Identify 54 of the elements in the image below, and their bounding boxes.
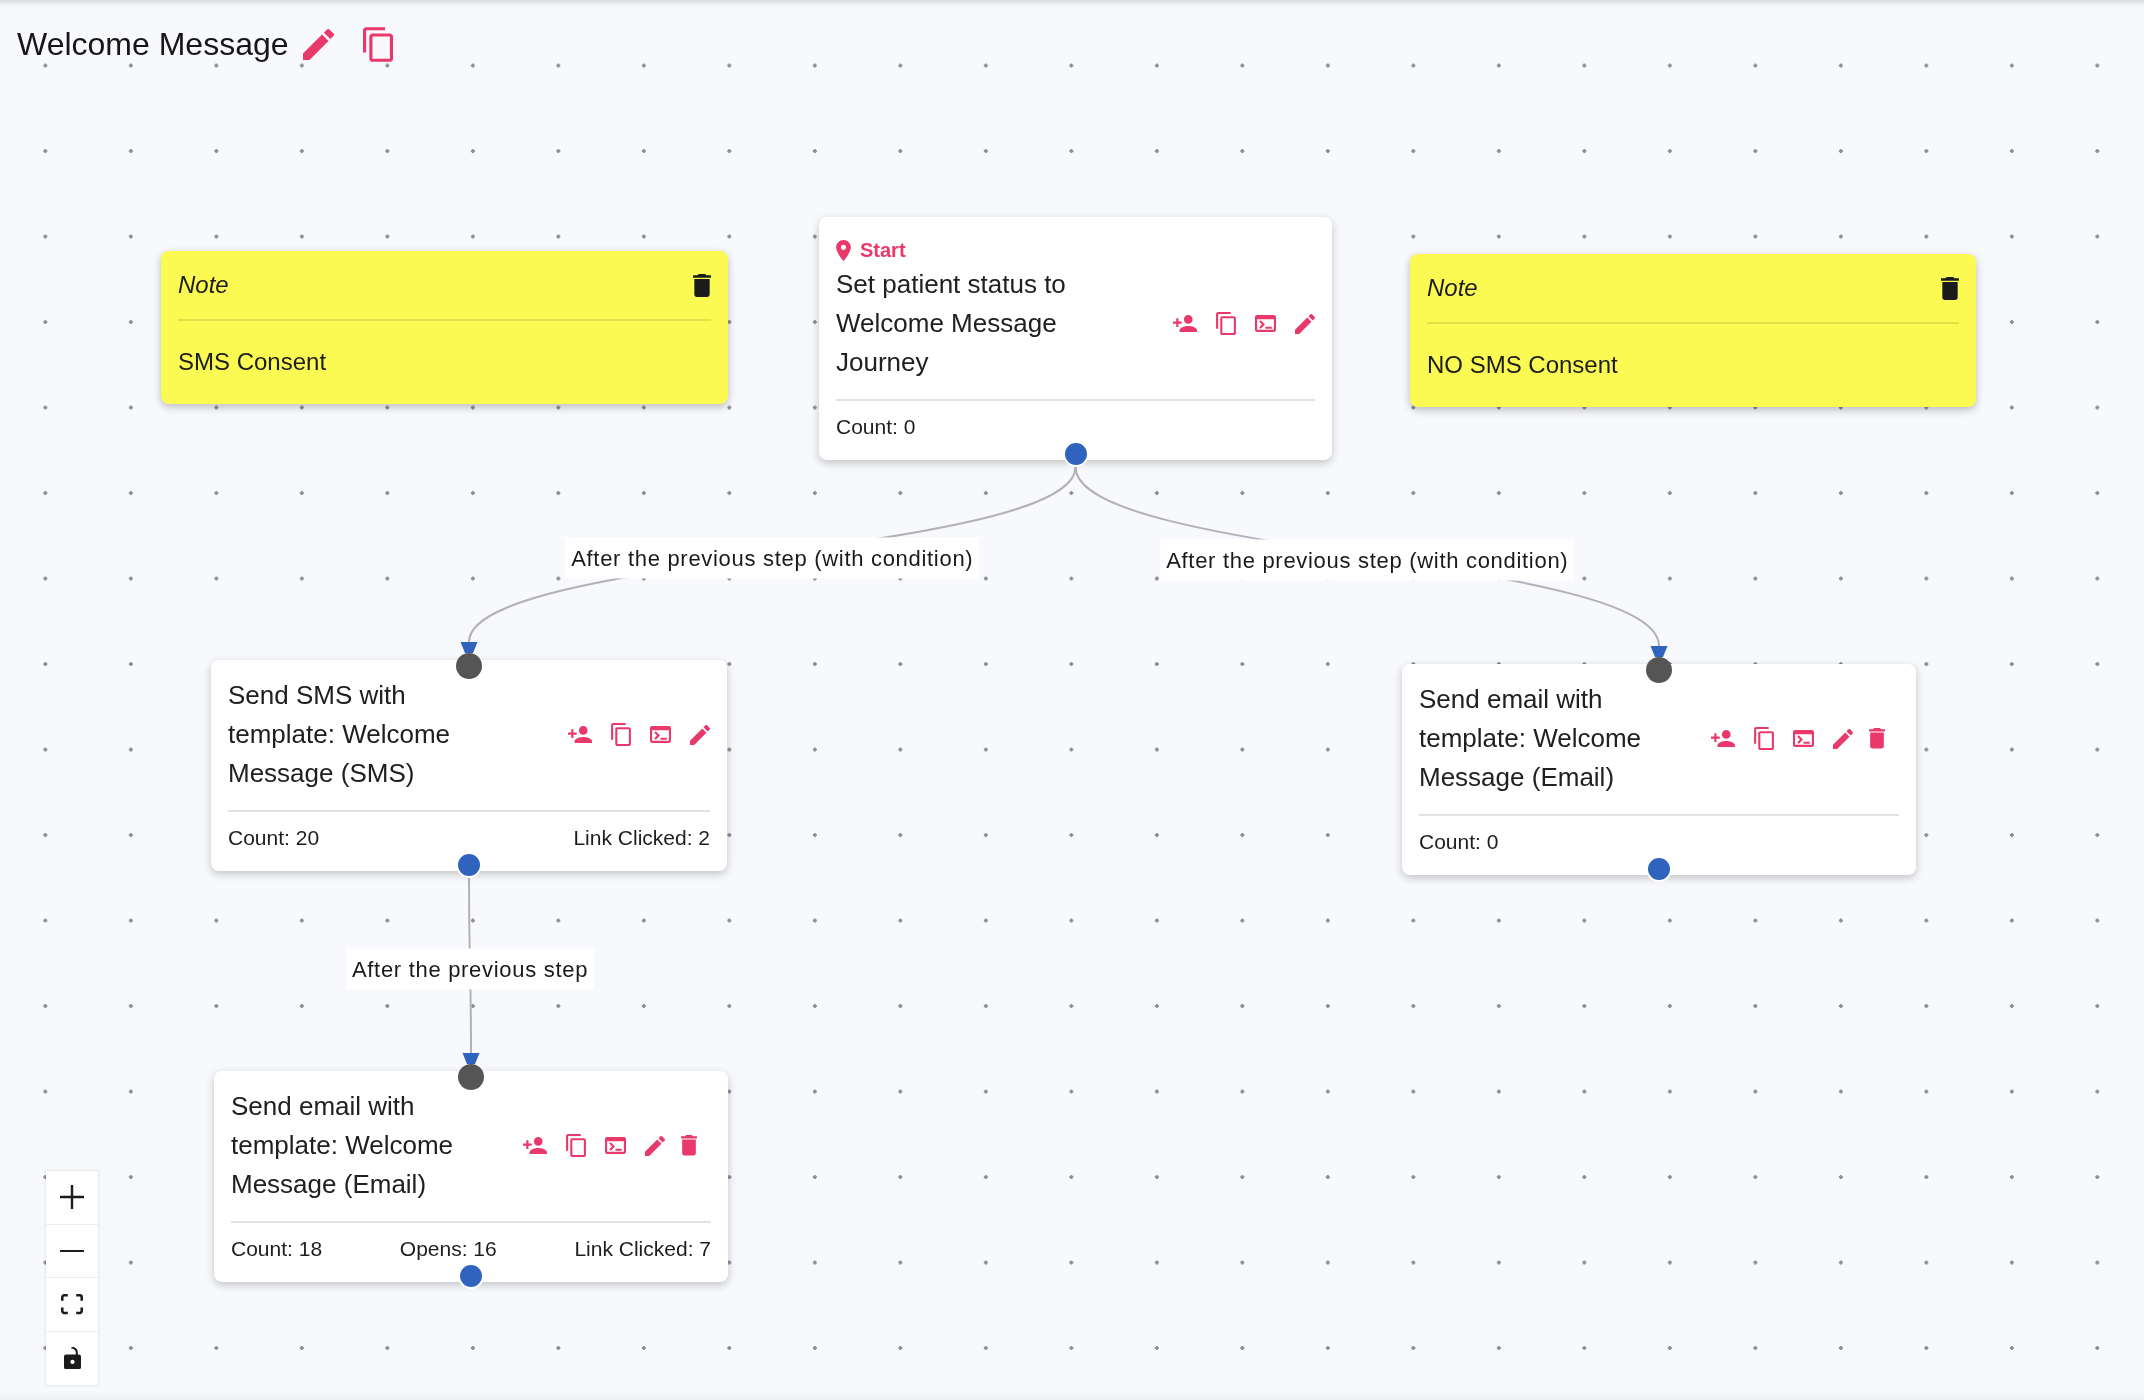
stat-label: Link Clicked: 7 (574, 1236, 711, 1262)
terminal-icon[interactable] (650, 726, 671, 743)
copy-icon[interactable] (1216, 312, 1236, 335)
page-title: Welcome Message (17, 25, 289, 64)
pencil-icon[interactable] (1295, 313, 1315, 334)
copy-icon[interactable] (1754, 727, 1774, 750)
copy-icon[interactable] (566, 1134, 586, 1157)
copy-icon[interactable] (362, 26, 393, 62)
step-description: Send email with template: Welcome Message (Email) (231, 1090, 455, 1201)
edge-label: After the previous step (345, 948, 595, 989)
stat-label: Link Clicked: 2 (573, 825, 710, 851)
step-description: Send email with template: Welcome Message (Email) (1419, 683, 1643, 794)
plus-icon (60, 1185, 84, 1210)
pencil-icon[interactable] (645, 1135, 665, 1156)
zoom-in-button[interactable] (46, 1171, 98, 1225)
person-add-icon[interactable] (523, 1136, 547, 1155)
edge-label: After the previous step (with condition) (565, 537, 980, 578)
pencil-icon[interactable] (302, 28, 334, 60)
stat-label: Count: 20 (228, 825, 320, 851)
note-heading: Note (1427, 274, 1478, 302)
person-add-icon[interactable] (568, 725, 592, 744)
person-add-icon[interactable] (1711, 729, 1735, 748)
note-text: SMS Consent (178, 348, 328, 376)
step-description: Send SMS with template: Welcome Message (SMS) (228, 679, 452, 790)
minus-icon (60, 1249, 84, 1252)
edge-label: After the previous step (with condition) (1160, 539, 1575, 580)
stat-label: Opens: 16 (399, 1236, 497, 1262)
stat-label: Count: 18 (231, 1236, 323, 1262)
output-handle-icon[interactable] (458, 1263, 484, 1289)
fullscreen-icon (61, 1293, 83, 1315)
output-handle-icon[interactable] (456, 852, 482, 878)
output-handle-icon[interactable] (1062, 441, 1089, 467)
note-heading: Note (178, 271, 229, 299)
input-handle-icon[interactable] (456, 653, 482, 679)
pencil-icon[interactable] (1833, 728, 1853, 749)
lock-button[interactable] (46, 1331, 98, 1385)
stat-label: Count: 0 (1419, 829, 1499, 855)
stat-label: Count: 0 (836, 414, 916, 440)
terminal-icon[interactable] (1255, 315, 1276, 332)
terminal-icon[interactable] (605, 1137, 626, 1154)
trash-icon[interactable] (693, 273, 711, 297)
person-add-icon[interactable] (1173, 314, 1197, 333)
terminal-icon[interactable] (1793, 730, 1814, 747)
node-type-label: Start (860, 238, 906, 263)
copy-icon[interactable] (611, 723, 631, 746)
note-text: NO SMS Consent (1427, 351, 1619, 379)
trash-icon[interactable] (1941, 276, 1959, 300)
step-description: Set patient status to Welcome Message Journey (836, 268, 1067, 379)
input-handle-icon[interactable] (1646, 657, 1672, 683)
output-handle-icon[interactable] (1646, 856, 1672, 882)
input-handle-icon[interactable] (458, 1064, 484, 1090)
pencil-icon[interactable] (690, 724, 710, 745)
map-pin-icon (836, 239, 851, 261)
fit-view-button[interactable] (46, 1278, 98, 1332)
